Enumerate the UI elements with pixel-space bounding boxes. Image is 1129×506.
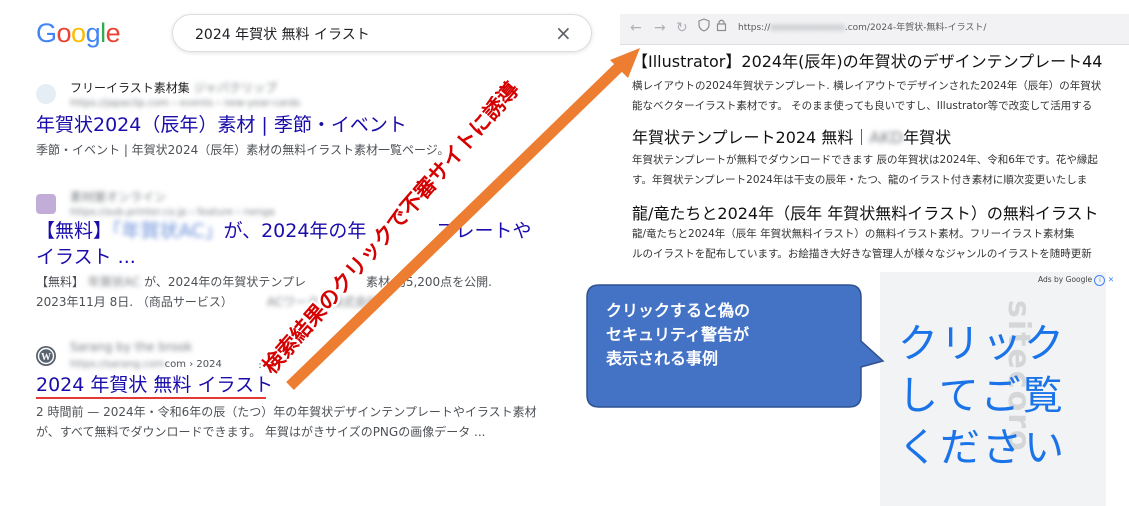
arrow-shaft (286, 62, 624, 390)
redirect-arrow (286, 48, 640, 390)
